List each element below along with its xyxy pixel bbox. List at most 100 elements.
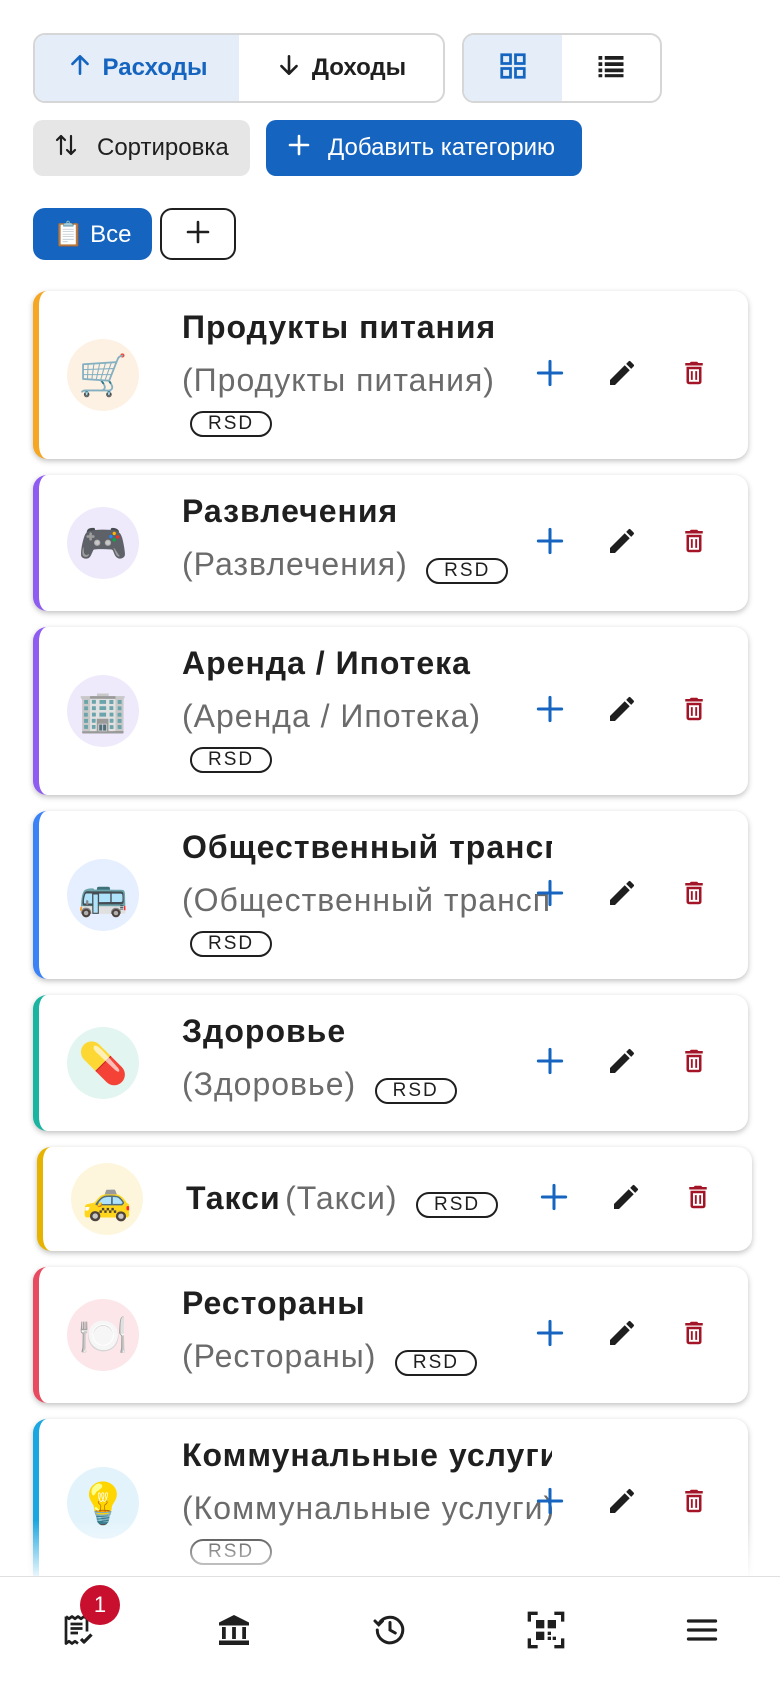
nav-bank[interactable]	[156, 1577, 312, 1688]
category-text: Аренда / Ипотека (Аренда / Ипотека) RSD	[182, 643, 552, 773]
pencil-icon	[606, 357, 638, 394]
sort-button[interactable]: Сортировка	[33, 120, 250, 176]
trash-icon	[679, 357, 709, 394]
pencil-icon	[606, 1317, 638, 1354]
delete-category-button[interactable]	[658, 867, 730, 923]
add-transaction-button[interactable]	[514, 347, 586, 403]
add-transaction-button[interactable]	[514, 1475, 586, 1531]
category-card[interactable]: 🚕 Такси (Такси) RSD	[37, 1147, 752, 1251]
category-alias: (Коммунальные услуги)	[182, 1490, 552, 1526]
add-transaction-button[interactable]	[514, 515, 586, 571]
category-name: Коммунальные услуги	[182, 1437, 552, 1473]
add-category-label: Добавить категорию	[328, 134, 555, 161]
category-name: Рестораны	[182, 1285, 366, 1321]
trash-icon	[679, 525, 709, 562]
delete-category-button[interactable]	[658, 1035, 730, 1091]
nav-receipts[interactable]: 1	[0, 1577, 156, 1688]
plus-icon	[536, 879, 564, 912]
add-transaction-button[interactable]	[514, 867, 586, 923]
card-actions	[514, 683, 730, 739]
category-card[interactable]: 💊 Здоровье (Здоровье) RSD	[33, 995, 748, 1131]
category-emoji-icon: 💡	[67, 1467, 139, 1539]
plus-icon	[536, 359, 564, 392]
history-icon	[372, 1612, 408, 1653]
pencil-icon	[606, 525, 638, 562]
edit-category-button[interactable]	[586, 347, 658, 403]
grid-view-button[interactable]	[464, 35, 562, 101]
edit-category-button[interactable]	[586, 1475, 658, 1531]
category-emoji-icon: 🏢	[67, 675, 139, 747]
nav-qr-scan[interactable]	[468, 1577, 624, 1688]
delete-category-button[interactable]	[658, 515, 730, 571]
category-card[interactable]: 🎮 Развлечения (Развлечения) RSD	[33, 475, 748, 611]
add-transaction-button[interactable]	[514, 1307, 586, 1363]
delete-category-button[interactable]	[658, 683, 730, 739]
category-name: Здоровье	[182, 1013, 347, 1049]
category-emoji-icon: 💊	[67, 1027, 139, 1099]
sort-icon	[55, 132, 77, 165]
category-alias: (Аренда / Ипотека)	[182, 698, 482, 734]
category-text: Рестораны (Рестораны) RSD	[182, 1283, 552, 1386]
menu-icon	[684, 1612, 720, 1653]
add-transaction-button[interactable]	[518, 1171, 590, 1227]
trash-icon	[679, 1045, 709, 1082]
category-card[interactable]: 🚌 Общественный транспорт (Общественный тра…	[33, 811, 748, 979]
add-transaction-button[interactable]	[514, 1035, 586, 1091]
expenses-tab[interactable]: Расходы	[35, 35, 239, 101]
edit-category-button[interactable]	[590, 1171, 662, 1227]
category-emoji-icon: 🍽️	[67, 1299, 139, 1371]
plus-icon	[536, 527, 564, 560]
filter-all-chip[interactable]: 📋 Все	[33, 208, 152, 260]
pencil-icon	[606, 1045, 638, 1082]
edit-category-button[interactable]	[586, 683, 658, 739]
pencil-icon	[606, 877, 638, 914]
income-tab[interactable]: Доходы	[239, 35, 443, 101]
delete-category-button[interactable]	[662, 1171, 734, 1227]
grid-icon	[498, 51, 528, 86]
plus-icon	[536, 1487, 564, 1520]
edit-category-button[interactable]	[586, 1307, 658, 1363]
delete-category-button[interactable]	[658, 347, 730, 403]
plus-icon	[536, 1047, 564, 1080]
category-alias: (Общественный транспорт)	[182, 882, 552, 918]
category-text: Общественный транспорт (Общественный тран…	[182, 827, 552, 957]
list-icon	[596, 51, 626, 86]
edit-category-button[interactable]	[586, 867, 658, 923]
bottom-nav: 1	[0, 1576, 780, 1688]
category-text: Такси (Такси) RSD	[186, 1175, 556, 1228]
category-card[interactable]: 🍽️ Рестораны (Рестораны) RSD	[33, 1267, 748, 1403]
add-transaction-button[interactable]	[514, 683, 586, 739]
trash-icon	[679, 693, 709, 730]
edit-category-button[interactable]	[586, 1035, 658, 1091]
card-actions	[514, 347, 730, 403]
income-label: Доходы	[311, 54, 407, 81]
type-toggle: Расходы Доходы	[33, 33, 445, 103]
category-card[interactable]: 💡 Коммунальные услуги (Коммунальные услуги…	[33, 1419, 748, 1587]
delete-category-button[interactable]	[658, 1307, 730, 1363]
category-card[interactable]: 🏢 Аренда / Ипотека (Аренда / Ипотека) RSD	[33, 627, 748, 795]
nav-menu[interactable]	[624, 1577, 780, 1688]
delete-category-button[interactable]	[658, 1475, 730, 1531]
list-view-button[interactable]	[562, 35, 660, 101]
edit-category-button[interactable]	[586, 515, 658, 571]
currency-badge: RSD	[426, 557, 509, 584]
add-category-button[interactable]: Добавить категорию	[266, 120, 582, 176]
arrow-down-icon	[276, 52, 302, 85]
nav-history[interactable]	[312, 1577, 468, 1688]
category-alias: (Продукты питания)	[182, 362, 495, 398]
category-card[interactable]: 🛒 Продукты питания (Продукты питания) RSD	[33, 291, 748, 459]
category-emoji-icon: 🛒	[67, 339, 139, 411]
trash-icon	[679, 877, 709, 914]
category-text: Продукты питания (Продукты питания) RSD	[182, 307, 552, 437]
card-actions	[514, 515, 730, 571]
plus-icon	[536, 1319, 564, 1352]
currency-badge: RSD	[190, 747, 273, 773]
category-alias: (Такси)	[285, 1180, 398, 1216]
plus-icon	[540, 1183, 568, 1216]
bank-icon	[216, 1612, 252, 1653]
notification-badge: 1	[80, 1585, 120, 1625]
currency-badge: RSD	[190, 1539, 273, 1565]
category-text: Коммунальные услуги (Коммунальные услуги)…	[182, 1435, 552, 1565]
category-alias: (Развлечения)	[182, 546, 408, 582]
add-filter-button[interactable]	[160, 208, 236, 260]
